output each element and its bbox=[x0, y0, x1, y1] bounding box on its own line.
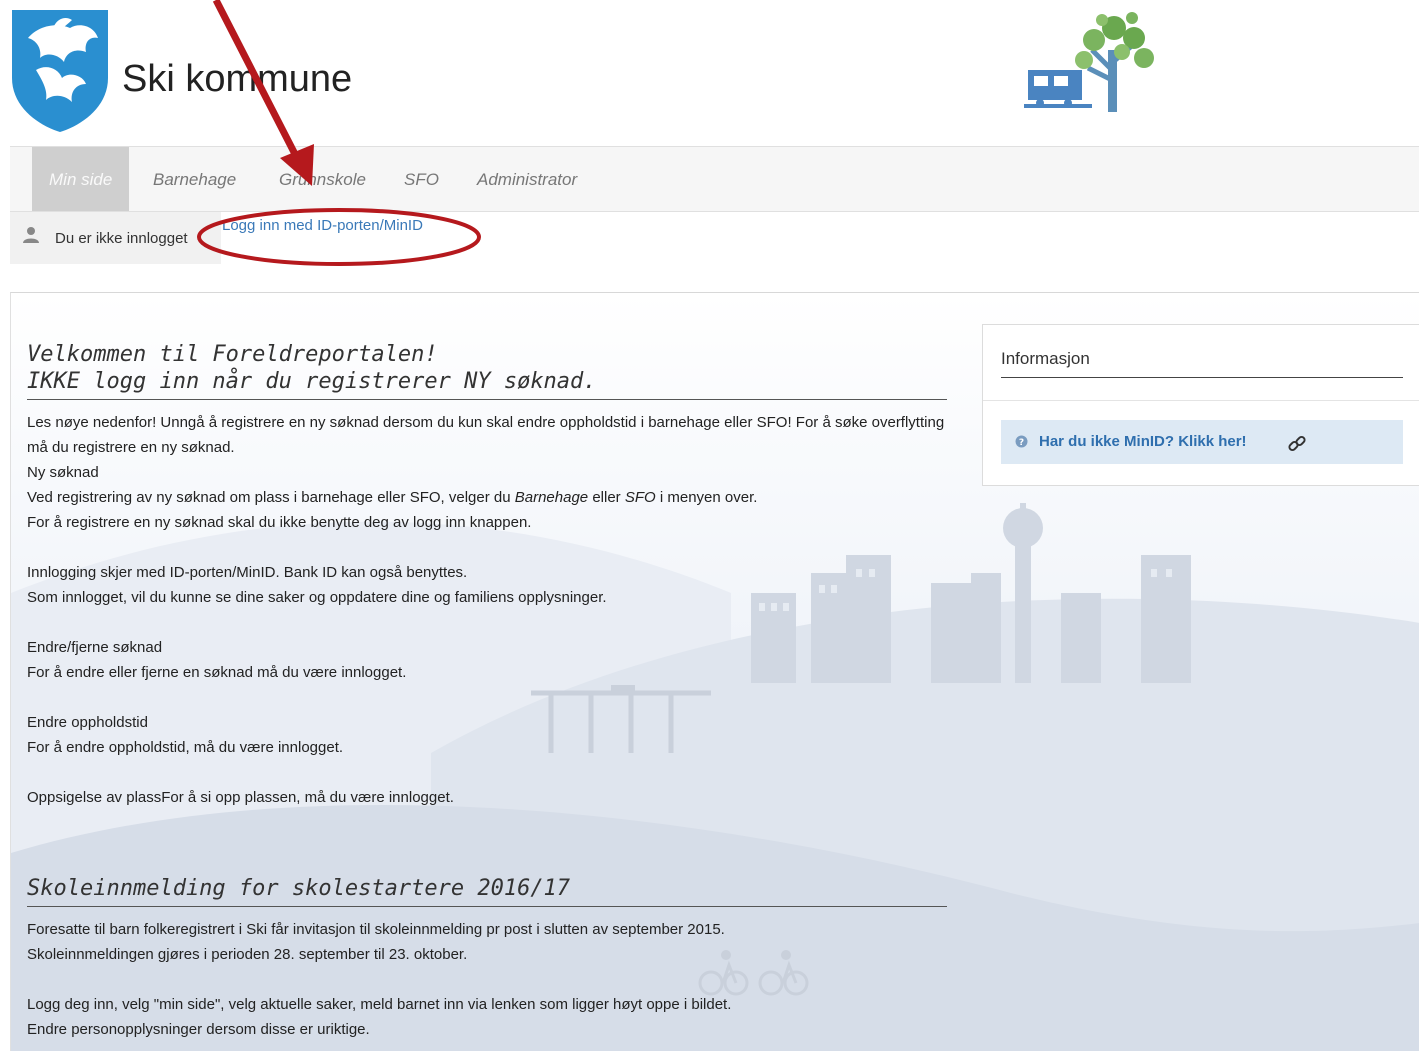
minid-help-link[interactable]: Har du ikke MinID? Klikk her! bbox=[1039, 433, 1247, 450]
opphold-text: For å endre oppholdstid, må du være innl… bbox=[27, 739, 344, 756]
question-circle-icon: ? bbox=[1015, 435, 1028, 448]
login-idporten-link[interactable]: Logg inn med ID-porten/MinID bbox=[222, 217, 423, 234]
skole-p4: Endre personopplysninger dersom disse er… bbox=[27, 1021, 370, 1038]
endre-heading: Endre/fjerne søknad bbox=[27, 639, 163, 656]
user-icon bbox=[23, 227, 39, 243]
info-title: Informasjon bbox=[1001, 349, 1090, 368]
ny-soknad-line2: For å registrere en ny søknad skal du ik… bbox=[27, 514, 532, 531]
minid-help-box[interactable]: ? Har du ikke MinID? Klikk her! bbox=[1001, 420, 1403, 464]
main-navbar: Min side Barnehage Grunnskole SFO Admini… bbox=[10, 146, 1419, 212]
login-status-box: Du er ikke innlogget bbox=[10, 212, 221, 264]
welcome-heading: Velkommen til Foreldreportalen! IKKE log… bbox=[27, 341, 947, 400]
svg-text:?: ? bbox=[1019, 438, 1024, 448]
welcome-title-line1: Velkommen til Foreldreportalen! bbox=[27, 342, 438, 367]
skole-p3: Logg deg inn, velg "min side", velg aktu… bbox=[27, 996, 732, 1013]
skole-heading: Skoleinnmelding for skolestartere 2016/1… bbox=[27, 875, 947, 907]
skole-p1: Foresatte til barn folkeregistrert i Ski… bbox=[27, 921, 725, 938]
login-info-2: Som innlogget, vil du kunne se dine sake… bbox=[27, 589, 607, 606]
info-title-rule bbox=[1001, 377, 1403, 378]
site-name: Ski kommune bbox=[122, 58, 353, 100]
endre-text: For å endre eller fjerne en søknad må du… bbox=[27, 664, 407, 681]
link-chain-icon bbox=[1288, 435, 1306, 452]
opphold-heading: Endre oppholdstid bbox=[27, 714, 148, 731]
nav-administrator[interactable]: Administrator bbox=[460, 147, 594, 211]
site-header: Ski kommune bbox=[0, 0, 1419, 145]
welcome-intro: Les nøye nedenfor! Unngå å registrere en… bbox=[27, 414, 945, 456]
login-info-1: Innlogging skjer med ID-porten/MinID. Ba… bbox=[27, 564, 468, 581]
nav-sfo[interactable]: SFO bbox=[387, 147, 456, 211]
skole-p2: Skoleinnmeldingen gjøres i perioden 28. … bbox=[27, 946, 468, 963]
nav-barnehage[interactable]: Barnehage bbox=[136, 147, 253, 211]
info-panel: Informasjon ? Har du ikke MinID? Klikk h… bbox=[982, 324, 1419, 486]
page: Ski kommune Min side Barnehage Grunnskol… bbox=[0, 0, 1419, 1051]
ny-soknad-heading: Ny søknad bbox=[27, 464, 99, 481]
main-text-content: Velkommen til Foreldreportalen! IKKE log… bbox=[27, 341, 947, 1042]
welcome-title-line2: IKKE logg inn når du registrerer NY søkn… bbox=[27, 369, 597, 394]
ski-crest-logo[interactable] bbox=[10, 8, 110, 134]
nav-min-side[interactable]: Min side bbox=[32, 147, 130, 211]
train-tree-logo bbox=[1024, 12, 1154, 112]
ny-soknad-text: Ved registrering av ny søknad om plass i… bbox=[27, 489, 758, 506]
info-separator bbox=[983, 400, 1419, 401]
login-status-text: Du er ikke innlogget bbox=[55, 230, 188, 247]
nav-grunnskole[interactable]: Grunnskole bbox=[262, 147, 383, 211]
oppsigelse-text: Oppsigelse av plassFor å si opp plassen,… bbox=[27, 789, 454, 806]
